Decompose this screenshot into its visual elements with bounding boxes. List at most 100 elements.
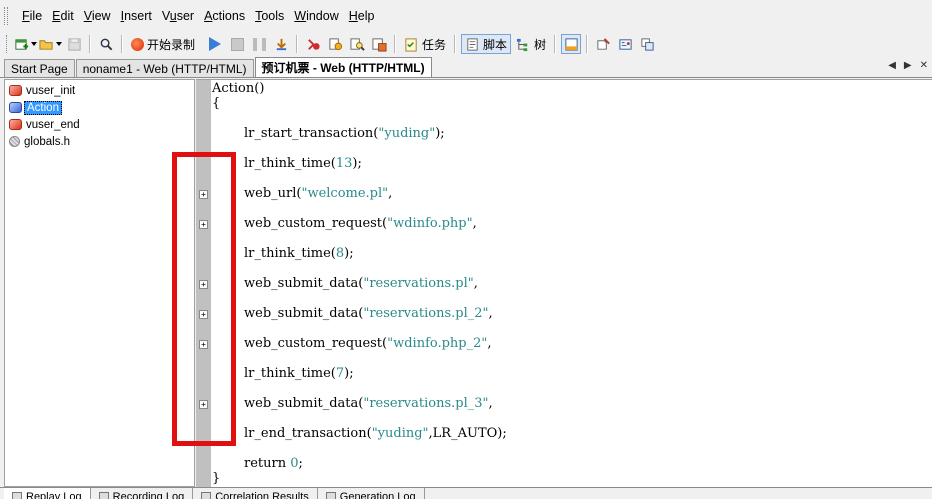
tab-scroll-right-icon[interactable]: ▶ xyxy=(904,60,912,71)
code-token: "yuding" xyxy=(378,126,436,141)
magnify-doc-icon xyxy=(349,37,365,51)
menu-help[interactable]: Help xyxy=(345,9,381,23)
tree-view-button[interactable]: 树 xyxy=(513,34,549,54)
search-param-button[interactable] xyxy=(347,34,367,54)
code-line[interactable]: web_submit_data("reservations.pl", xyxy=(212,276,478,291)
script-editor[interactable]: Action(){ lr_start_transaction("yuding");… xyxy=(196,79,932,488)
task-list-icon xyxy=(405,37,417,52)
menu-actions[interactable]: Actions xyxy=(200,9,251,23)
window-list-button[interactable] xyxy=(637,34,657,54)
code-line[interactable]: lr_think_time(7); xyxy=(212,366,354,381)
code-token: ; xyxy=(298,456,303,471)
code-line[interactable]: lr_think_time(13); xyxy=(212,156,362,171)
toolbar-separator xyxy=(586,35,589,53)
chevron-down-icon xyxy=(31,42,37,46)
stop-button[interactable] xyxy=(227,34,247,54)
toolbar-grip[interactable] xyxy=(6,35,9,53)
tab-navigation: ◀ ▶ ✕ xyxy=(888,60,928,71)
comment-button[interactable] xyxy=(593,34,613,54)
open-button[interactable] xyxy=(39,34,62,54)
code-token: lr_think_time( xyxy=(244,366,336,381)
code-line[interactable]: lr_end_transaction("yuding",LR_AUTO); xyxy=(212,426,507,441)
window-list-icon xyxy=(640,37,654,51)
close-icon[interactable]: ✕ xyxy=(920,60,928,71)
tree-item-vuser-end[interactable]: vuser_end xyxy=(5,116,194,133)
code-line[interactable]: web_submit_data("reservations.pl_2", xyxy=(212,306,493,321)
run-button[interactable] xyxy=(205,34,225,54)
document-tab[interactable]: noname1 - Web (HTTP/HTML) xyxy=(75,59,254,77)
find-button[interactable] xyxy=(96,34,116,54)
tasks-button[interactable]: 任务 xyxy=(401,34,449,54)
new-script-button[interactable] xyxy=(14,34,37,54)
code-line[interactable]: } xyxy=(212,471,220,486)
expand-icon[interactable]: + xyxy=(199,280,208,289)
expand-icon[interactable]: + xyxy=(199,190,208,199)
tree-item-label: vuser_end xyxy=(26,118,80,131)
search-icon xyxy=(100,38,112,50)
breakpoint-button[interactable] xyxy=(303,34,323,54)
globals-icon xyxy=(9,136,20,147)
toolbar-separator xyxy=(89,35,91,53)
checkpoint-button[interactable] xyxy=(325,34,345,54)
code-line[interactable]: Action() xyxy=(212,81,264,96)
code-token: lr_think_time( xyxy=(244,246,336,261)
code-token: , xyxy=(472,216,477,231)
settings-doc-icon xyxy=(371,37,387,52)
menu-insert[interactable]: Insert xyxy=(117,9,158,23)
parameter-button[interactable] xyxy=(615,34,635,54)
step-button[interactable] xyxy=(271,34,291,54)
start-record-button[interactable]: 开始录制 xyxy=(128,34,198,54)
menu-file[interactable]: File xyxy=(18,9,48,23)
document-tab[interactable]: 预订机票 - Web (HTTP/HTML) xyxy=(254,57,432,77)
script-icon xyxy=(467,37,478,51)
menu-window[interactable]: Window xyxy=(290,9,344,23)
pause-button[interactable] xyxy=(249,34,269,54)
tree-item-vuser-init[interactable]: vuser_init xyxy=(5,82,194,99)
run-time-settings-button[interactable] xyxy=(369,34,389,54)
code-token: ); xyxy=(344,366,354,381)
breakpoint-icon xyxy=(307,38,320,50)
menu-bar: File Edit View Insert Vuser Actions Tools Windo… xyxy=(0,0,932,32)
code-line[interactable]: lr_start_transaction("yuding"); xyxy=(212,126,445,141)
code-token: Action() xyxy=(212,81,265,96)
menu-grip[interactable] xyxy=(4,7,8,25)
code-token: web_submit_data( xyxy=(244,306,364,321)
menu-edit[interactable]: Edit xyxy=(48,9,80,23)
code-line[interactable]: lr_think_time(8); xyxy=(212,246,354,261)
code-token: 8 xyxy=(335,246,345,261)
script-view-button[interactable]: 脚本 xyxy=(461,34,512,54)
menu-view[interactable]: View xyxy=(80,9,117,23)
expand-icon[interactable]: + xyxy=(199,400,208,409)
tree-item-globals-h[interactable]: globals.h xyxy=(5,133,194,150)
tab-scroll-left-icon[interactable]: ◀ xyxy=(888,60,896,71)
code-line[interactable]: web_custom_request("wdinfo.php_2", xyxy=(212,336,492,351)
parameter-icon xyxy=(618,38,632,50)
output-tab[interactable]: Correlation Results xyxy=(193,488,318,499)
code-token: { xyxy=(212,96,221,111)
pause-icon xyxy=(252,37,266,51)
tree-item-action[interactable]: Action xyxy=(5,99,194,116)
code-token: ); xyxy=(435,126,445,141)
menu-tools[interactable]: Tools xyxy=(251,9,290,23)
folder-open-icon xyxy=(39,39,53,50)
expand-icon[interactable]: + xyxy=(199,310,208,319)
code-token: 0 xyxy=(290,456,299,471)
save-button[interactable] xyxy=(64,34,84,54)
expand-icon[interactable]: + xyxy=(199,340,208,349)
output-window-button[interactable] xyxy=(561,34,582,54)
code-line[interactable]: web_submit_data("reservations.pl_3", xyxy=(212,396,493,411)
output-tab[interactable]: Replay Log xyxy=(4,488,91,499)
document-tab[interactable]: Start Page xyxy=(4,59,75,77)
chevron-down-icon xyxy=(56,42,62,46)
code-line[interactable]: return 0; xyxy=(212,456,303,471)
code-line[interactable]: web_custom_request("wdinfo.php", xyxy=(212,216,477,231)
output-tab[interactable]: Generation Log xyxy=(318,488,425,499)
code-line[interactable]: { xyxy=(212,96,220,111)
menu-vuser[interactable]: Vuser xyxy=(158,9,200,23)
code-token: "reservations.pl_2" xyxy=(363,306,489,321)
output-tab[interactable]: Recording Log xyxy=(91,488,194,499)
tree-icon xyxy=(516,38,528,51)
code-line[interactable]: web_url("welcome.pl", xyxy=(212,186,392,201)
code-token: , xyxy=(487,336,492,351)
expand-icon[interactable]: + xyxy=(199,220,208,229)
